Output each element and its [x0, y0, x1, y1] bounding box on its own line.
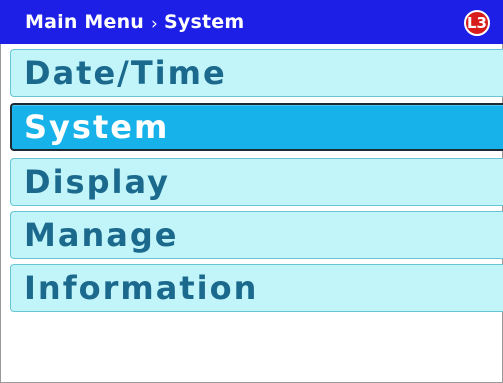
menu-item-display[interactable]: Display [10, 158, 503, 206]
breadcrumb-current: System [164, 11, 245, 33]
menu-item-system[interactable]: System [10, 103, 503, 151]
menu-item-manage[interactable]: Manage [10, 211, 503, 259]
menu-item-date-time[interactable]: Date/Time [10, 49, 503, 97]
title-bar: Main Menu › System L3 [0, 0, 503, 44]
menu-item-information[interactable]: Information [10, 264, 503, 312]
breadcrumb-separator-icon: › [151, 14, 159, 34]
breadcrumb-main-menu[interactable]: Main Menu [25, 11, 144, 33]
brand-logo-icon: L3 [464, 10, 490, 36]
breadcrumb: Main Menu › System [25, 10, 244, 35]
